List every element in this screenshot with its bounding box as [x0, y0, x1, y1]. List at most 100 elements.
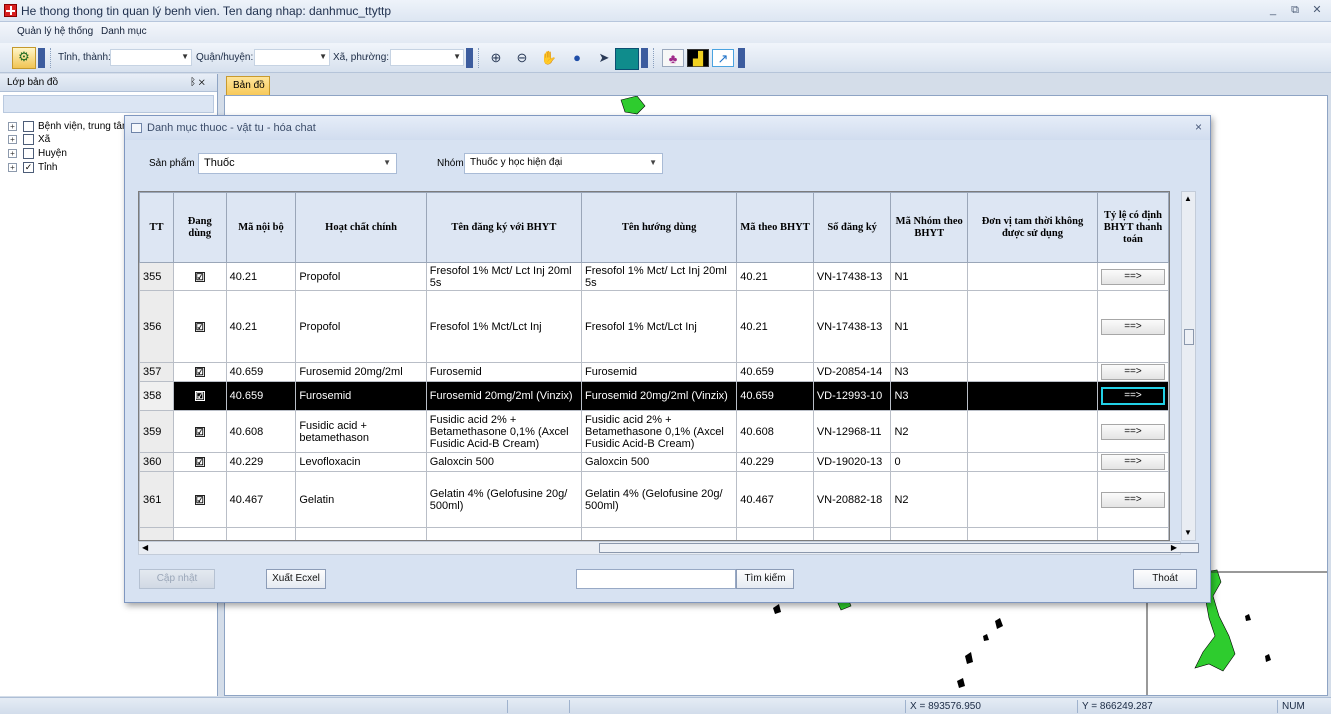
column-header[interactable]: TT	[139, 192, 174, 263]
column-header[interactable]: Mã theo BHYT	[736, 192, 814, 263]
dialog-close-icon[interactable]: ×	[1195, 120, 1202, 134]
ratio-button-label[interactable]: ==>	[1100, 423, 1165, 440]
update-button[interactable]: Cập nhật	[139, 569, 215, 589]
map-style-icon[interactable]: ♣	[662, 49, 684, 67]
ratio-button-label[interactable]: ==>	[1100, 454, 1165, 470]
check-icon[interactable]: ☑	[194, 494, 205, 505]
check-icon[interactable]: ☑	[194, 426, 205, 437]
ratio-button[interactable]: ==>	[1096, 362, 1169, 382]
ratio-button-label[interactable]: ==>	[1100, 387, 1165, 405]
internal-code: 40.21	[225, 290, 297, 363]
menu-catalog[interactable]: Danh mục	[101, 26, 147, 37]
table-row[interactable]: 355 ☑ 40.21 Propofol Fresofol 1% Mct/ Lct In…	[139, 262, 1169, 291]
ratio-button[interactable]: ==>	[1096, 471, 1169, 528]
ratio-button-label[interactable]: ==>	[1100, 268, 1165, 285]
active-checkbox[interactable]: ☑	[172, 381, 227, 411]
layer-checkbox[interactable]: ✓	[23, 162, 34, 173]
check-icon[interactable]: ☑	[194, 321, 205, 332]
table-row[interactable]: 360 ☑ 40.229 Levofloxacin Galoxcin 500 Galoxc…	[139, 452, 1169, 472]
layer-checkbox[interactable]	[23, 134, 34, 145]
search-button[interactable]: Tìm kiếm	[736, 569, 794, 589]
active-checkbox[interactable]: ☑	[172, 362, 227, 382]
expand-icon[interactable]: +	[8, 163, 17, 172]
column-header[interactable]: Tên đăng ký với BHYT	[425, 192, 582, 263]
pan-hand-icon[interactable]: ✋	[540, 49, 558, 67]
active-checkbox[interactable]: ☑	[172, 410, 227, 453]
exit-button[interactable]: Thoát	[1133, 569, 1197, 589]
check-icon[interactable]: ☑	[194, 391, 205, 401]
table-row[interactable]: 361 ☑ 40.467 Gelatin Gelatin 4% (Gelofusine …	[139, 471, 1169, 528]
line-chart-icon[interactable]: ↗	[712, 49, 734, 67]
expand-icon[interactable]: +	[8, 122, 17, 131]
table-row[interactable]: 358 ☑ 40.659 Furosemid Furosemid 20mg/2ml (V…	[139, 381, 1169, 411]
internal-code: 40.659	[225, 362, 297, 382]
scroll-thumb[interactable]	[1184, 329, 1194, 345]
internal-code-text: 40.229	[229, 456, 264, 468]
ratio-button[interactable]: ==>	[1096, 452, 1169, 472]
column-header[interactable]: Mã Nhóm theo BHYT	[890, 192, 968, 263]
minimize-button[interactable]: _	[1264, 3, 1282, 18]
ratio-button-label[interactable]: ==>	[1100, 318, 1165, 335]
pointer-icon[interactable]: ➤	[595, 49, 613, 67]
zoom-out-icon[interactable]: ⊖	[513, 49, 531, 67]
menu-system[interactable]: Quản lý hệ thống	[17, 26, 93, 37]
product-select[interactable]: Thuốc ▼	[198, 153, 397, 174]
column-header[interactable]: Đơn vị tam thời không được sử dụng	[966, 192, 1098, 263]
toolbar-grip[interactable]	[38, 48, 45, 68]
chevron-down-icon: ▼	[319, 52, 327, 61]
active-checkbox[interactable]: ☑	[172, 262, 227, 291]
ratio-button[interactable]: ==>	[1096, 410, 1169, 453]
table-vertical-scrollbar[interactable]: ▲ ▼	[1181, 191, 1196, 541]
ratio-button-label[interactable]: ==>	[1100, 364, 1165, 380]
scroll-thumb[interactable]	[599, 543, 1199, 553]
table-row[interactable]: 359 ☑ 40.608 Fusidic acid + betamethason Fus…	[139, 410, 1169, 453]
search-input[interactable]	[576, 569, 736, 589]
column-header[interactable]: Hoạt chất chính	[295, 192, 427, 263]
scroll-down-icon[interactable]: ▼	[1184, 528, 1192, 537]
column-header[interactable]: Đang dùng	[172, 192, 227, 263]
check-icon[interactable]: ☑	[194, 367, 205, 377]
district-select[interactable]: ▼	[254, 49, 330, 66]
ratio-button[interactable]: ==>	[1096, 290, 1169, 363]
chart-bars-icon[interactable]: ▟	[687, 49, 709, 67]
column-header[interactable]: Tên hướng dùng	[580, 192, 738, 263]
ward-select[interactable]: ▼	[390, 49, 464, 66]
expand-icon[interactable]: +	[8, 149, 17, 158]
table-horizontal-scrollbar[interactable]: ◀ ▶	[138, 541, 1199, 555]
layer-checkbox[interactable]	[23, 148, 34, 159]
table-row[interactable]: 357 ☑ 40.659 Furosemid 20mg/2ml Furosemid Fur…	[139, 362, 1169, 382]
toolbar-grip[interactable]	[641, 48, 648, 68]
scroll-left-icon[interactable]: ◀	[142, 543, 148, 552]
expand-icon[interactable]: +	[8, 135, 17, 144]
color-fill-icon[interactable]	[615, 48, 639, 70]
ratio-button[interactable]: ==>	[1096, 262, 1169, 291]
scroll-up-icon[interactable]: ▲	[1184, 194, 1192, 203]
layers-tool-icon[interactable]: ⚙	[12, 47, 36, 69]
table-row[interactable]: 356 ☑ 40.21 Propofol Fresofol 1% Mct/Lct Inj…	[139, 290, 1169, 363]
close-window-button[interactable]: ✕	[1308, 3, 1326, 18]
column-header[interactable]: Mã nội bộ	[225, 192, 297, 263]
column-header[interactable]: Tỷ lệ có định BHYT thanh toán	[1096, 192, 1169, 263]
active-checkbox[interactable]: ☑	[172, 452, 227, 472]
check-icon[interactable]: ☑	[194, 457, 205, 467]
column-header[interactable]: Số đăng ký	[812, 192, 892, 263]
toolbar-grip[interactable]	[466, 48, 473, 68]
export-excel-button[interactable]: Xuất Ecxel	[266, 569, 326, 589]
active-checkbox[interactable]: ☑	[172, 290, 227, 363]
restore-button[interactable]: ⧉	[1286, 3, 1304, 18]
active-checkbox[interactable]: ☑	[172, 471, 227, 528]
check-icon[interactable]: ☑	[194, 271, 205, 282]
scroll-right-icon[interactable]: ▶	[1171, 543, 1177, 552]
ratio-button-label[interactable]: ==>	[1100, 491, 1165, 508]
registration-number: VN-17438-13	[812, 262, 892, 291]
panel-pin-close-icon[interactable]: ᛒ ✕	[190, 77, 205, 88]
zoom-in-icon[interactable]: ⊕	[487, 49, 505, 67]
group-select[interactable]: Thuốc y học hiện đại ▼	[464, 153, 663, 174]
layer-search-box[interactable]	[3, 95, 214, 113]
ratio-button[interactable]: ==>	[1096, 381, 1169, 411]
toolbar-grip[interactable]	[738, 48, 745, 68]
tab-map[interactable]: Bản đồ	[226, 76, 270, 95]
globe-icon[interactable]: ●	[568, 49, 586, 67]
province-select[interactable]: ▼	[110, 49, 192, 66]
layer-checkbox[interactable]	[23, 121, 34, 132]
